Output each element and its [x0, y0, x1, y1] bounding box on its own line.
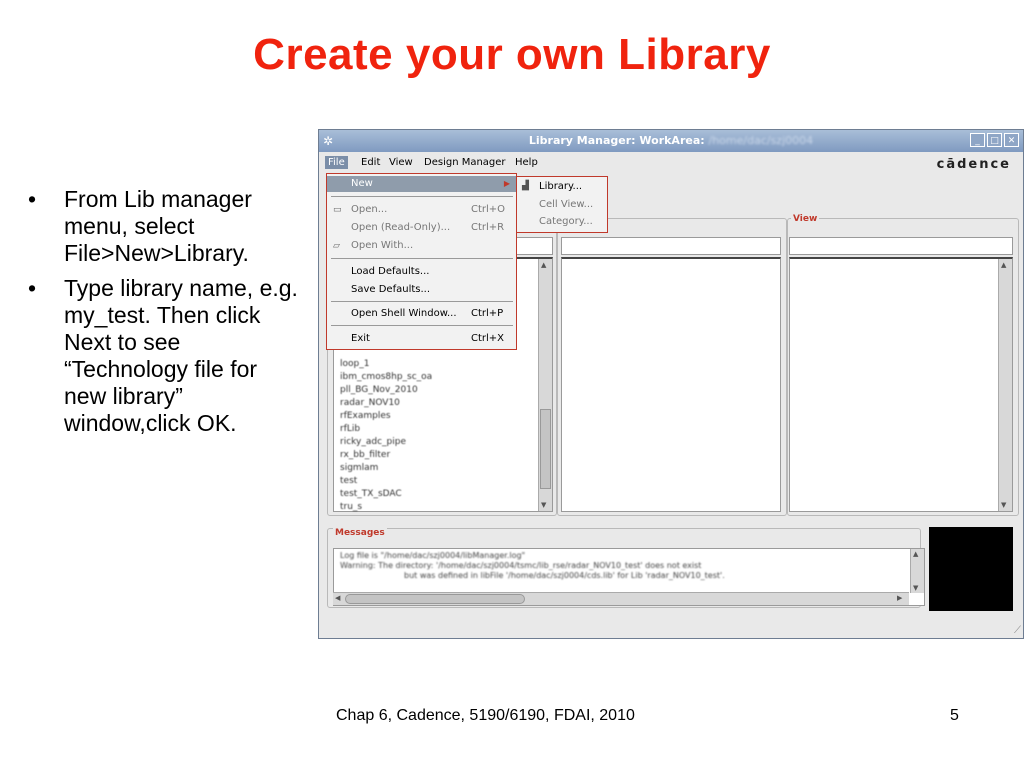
menu-item-new[interactable]: New ▶: [327, 176, 516, 192]
messages-hscrollbar[interactable]: ◀ ▶: [333, 592, 909, 605]
maximize-button[interactable]: □: [987, 133, 1002, 147]
resize-grip-icon[interactable]: ⟋: [1014, 625, 1021, 636]
bullet-item: • Type library name, e.g. my_test. Then c…: [28, 275, 298, 436]
scroll-down-icon[interactable]: ▼: [913, 584, 918, 592]
window-title-path: /home/dac/szj0004: [708, 134, 814, 147]
minimize-button[interactable]: _: [970, 133, 985, 147]
page-number: 5: [950, 707, 959, 724]
library-list-item[interactable]: rfLib: [340, 424, 360, 434]
scroll-down-icon[interactable]: ▼: [1001, 501, 1006, 509]
window-titlebar[interactable]: ✲ Library Manager: WorkArea: /home/dac/s…: [319, 130, 1023, 152]
library-icon: ▟: [522, 181, 529, 191]
submenu-item-library[interactable]: Library...: [539, 181, 582, 192]
library-list-item[interactable]: loop_1: [340, 359, 369, 369]
library-list-item[interactable]: ibm_cmos8hp_sc_oa: [340, 372, 432, 382]
hscrollbar-thumb[interactable]: [345, 594, 525, 604]
status-display: [929, 527, 1013, 611]
new-submenu: ▟ Library... Cell View... Category...: [516, 176, 608, 233]
file-menu-dropdown: New ▶ ▭ Open... Ctrl+O Open (Read-Only).…: [326, 173, 517, 350]
menu-item-open-shell-window[interactable]: Open Shell Window... Ctrl+P: [327, 306, 516, 322]
menu-edit[interactable]: Edit: [361, 157, 380, 168]
bullet-text: From Lib manager menu, select File>New>L…: [64, 186, 252, 266]
view-list[interactable]: ▲ ▼: [789, 257, 1013, 512]
scroll-left-icon[interactable]: ◀: [335, 594, 340, 602]
bullet-item: • From Lib manager menu, select File>New>…: [28, 186, 252, 266]
cadence-logo: cādence: [936, 157, 1011, 172]
library-list-item[interactable]: test_TX_sDAC: [340, 489, 402, 499]
menu-item-load-defaults[interactable]: Load Defaults...: [327, 264, 516, 280]
menu-item-open-with[interactable]: ▱ Open With...: [327, 238, 516, 254]
messages-scrollbar[interactable]: ▲ ▼: [910, 549, 924, 593]
menu-file[interactable]: File: [325, 156, 348, 169]
view-filter-input[interactable]: [789, 237, 1013, 255]
window-title: Library Manager: WorkArea:: [528, 134, 705, 147]
library-list-item[interactable]: tru_s: [340, 502, 362, 512]
close-button[interactable]: ✕: [1004, 133, 1019, 147]
slide-title: Create your own Library: [253, 30, 771, 79]
view-panel-label: View: [791, 214, 820, 224]
menu-item-open-read-only[interactable]: Open (Read-Only)... Ctrl+R: [327, 220, 516, 236]
menu-design-manager[interactable]: Design Manager: [424, 157, 506, 168]
library-list-item[interactable]: test: [340, 476, 357, 486]
submenu-item-cell-view[interactable]: Cell View...: [539, 199, 593, 210]
folder-open-icon: ▱: [333, 241, 340, 251]
cell-filter-input[interactable]: [561, 237, 781, 255]
slide-footer: Chap 6, Cadence, 5190/6190, FDAI, 2010: [336, 707, 635, 724]
library-list-item[interactable]: ricky_adc_pipe: [340, 437, 406, 447]
library-list-item[interactable]: rx_bb_filter: [340, 450, 390, 460]
message-line: Warning: The directory: '/home/dac/szj00…: [340, 561, 702, 570]
submenu-arrow-icon: ▶: [503, 179, 510, 188]
bullet-list: • From Lib manager menu, select File>New>…: [28, 186, 298, 445]
library-list-item[interactable]: radar_NOV10: [340, 398, 400, 408]
folder-icon: ▭: [333, 205, 342, 215]
menu-item-exit[interactable]: Exit Ctrl+X: [327, 331, 516, 347]
scroll-down-icon[interactable]: ▼: [541, 501, 546, 509]
library-list-scrollbar[interactable]: ▲ ▼: [538, 259, 552, 511]
message-line: but was defined in libFile '/home/dac/sz…: [404, 571, 725, 580]
scroll-right-icon[interactable]: ▶: [897, 594, 902, 602]
library-list-item[interactable]: pll_BG_Nov_2010: [340, 385, 418, 395]
scroll-up-icon[interactable]: ▲: [541, 261, 546, 269]
scroll-up-icon[interactable]: ▲: [1001, 261, 1006, 269]
bullet-text: Type library name, e.g. my_test. Then cl…: [64, 275, 298, 436]
menu-item-save-defaults[interactable]: Save Defaults...: [327, 282, 516, 298]
library-list-item[interactable]: sigmlam: [340, 463, 378, 473]
message-line: Log file is "/home/dac/szj0004/libManage…: [340, 551, 526, 560]
cell-list[interactable]: [561, 257, 781, 512]
scroll-up-icon[interactable]: ▲: [913, 550, 918, 558]
view-list-scrollbar[interactable]: ▲ ▼: [998, 259, 1012, 511]
scrollbar-thumb[interactable]: [540, 409, 551, 489]
messages-label: Messages: [333, 528, 387, 538]
library-list-item[interactable]: rfExamples: [340, 411, 391, 421]
submenu-item-category[interactable]: Category...: [539, 216, 593, 227]
menu-item-open[interactable]: ▭ Open... Ctrl+O: [327, 202, 516, 218]
menu-view[interactable]: View: [389, 157, 413, 168]
menubar: File Edit View Design Manager Help: [319, 155, 1023, 173]
menu-help[interactable]: Help: [515, 157, 538, 168]
